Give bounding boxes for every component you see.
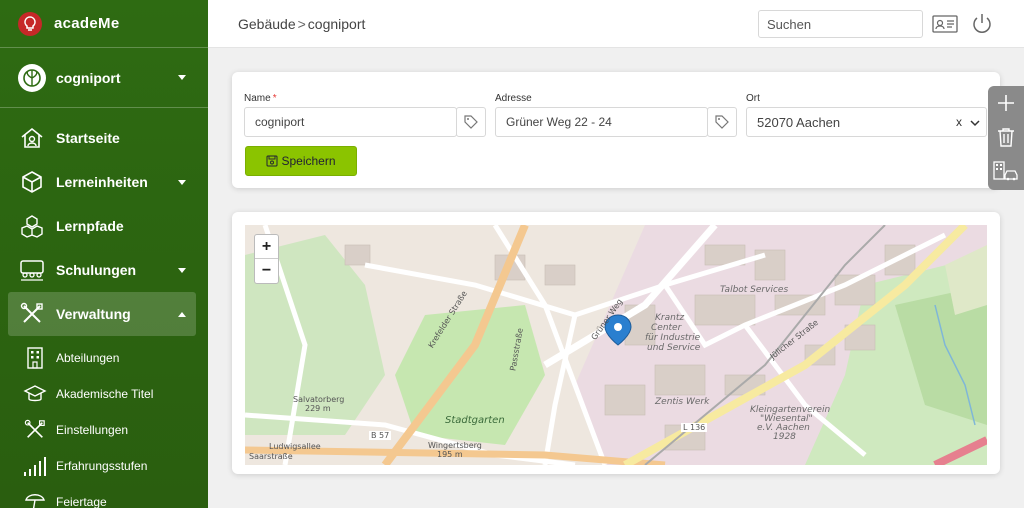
save-icon: [266, 155, 278, 167]
map-label: für Industrie: [645, 333, 701, 343]
tag-icon[interactable]: [456, 107, 486, 137]
nav-label: Lerneinheiten: [56, 174, 148, 190]
breadcrumb-separator: >: [297, 16, 306, 32]
sub-item-akademische-titel[interactable]: Akademische Titel: [0, 376, 208, 412]
bars-icon: [22, 453, 48, 479]
map-label: Krantz: [655, 313, 685, 323]
sub-item-feiertage[interactable]: Feiertage: [0, 484, 208, 508]
breadcrumb-item[interactable]: Gebäude: [238, 16, 296, 32]
map[interactable]: Talbot Services Krantz Center für Indust…: [245, 225, 987, 465]
home-icon: [18, 124, 46, 152]
search-input[interactable]: [758, 10, 923, 38]
tenant-avatar: [18, 63, 46, 92]
save-button[interactable]: Speichern: [245, 146, 357, 176]
address-label: Adresse: [495, 93, 532, 104]
clear-selection-button[interactable]: x: [956, 115, 962, 129]
nav-label: Schulungen: [56, 262, 137, 278]
chevron-down-icon: [178, 75, 186, 80]
map-label: 1928: [773, 432, 796, 442]
name-label: Name *: [244, 93, 277, 104]
beach-icon: [22, 489, 48, 508]
cube-icon: [18, 168, 46, 196]
sub-item-label: Abteilungen: [56, 351, 120, 365]
map-label: Talbot Services: [720, 285, 789, 295]
map-label: Saarstraße: [249, 452, 293, 461]
brand[interactable]: acadeMe: [0, 0, 208, 48]
chevron-down-icon[interactable]: [970, 116, 980, 131]
tools-icon: [18, 300, 46, 328]
zoom-out-button[interactable]: −: [255, 259, 278, 283]
tools-icon: [22, 417, 48, 443]
save-label: Speichern: [281, 154, 336, 168]
map-label: B 57: [369, 431, 392, 440]
city-label: Ort: [746, 93, 760, 104]
map-label: Zentis Werk: [655, 397, 710, 407]
address-field[interactable]: Grüner Weg 22 - 24: [495, 107, 708, 137]
map-label: Salvatorberg: [293, 395, 345, 404]
building-form-card: Name * cogniport Adresse Grüner Weg 22 - …: [232, 72, 1000, 188]
nav-item-lerneinheiten[interactable]: Lerneinheiten: [0, 160, 208, 204]
id-card-icon[interactable]: [932, 11, 958, 37]
top-header: Gebäude > cogniport: [208, 0, 1024, 48]
tag-icon[interactable]: [707, 107, 737, 137]
sub-nav: Abteilungen Akademische Titel Einstellun…: [0, 336, 208, 508]
lightbulb-logo-icon: [18, 11, 42, 36]
chevron-up-icon: [178, 311, 186, 317]
main-nav: Startseite Lerneinheiten Lernpfade Schul…: [0, 108, 208, 336]
zoom-control: + −: [254, 234, 279, 284]
nav-label: Startseite: [56, 130, 120, 146]
city-select[interactable]: 52070 Aachen x: [746, 107, 987, 137]
map-tiles: [245, 225, 987, 465]
sub-item-label: Feiertage: [56, 495, 107, 508]
nav-label: Verwaltung: [56, 306, 131, 322]
add-icon[interactable]: [988, 86, 1024, 120]
map-label: und Service: [647, 343, 701, 353]
map-label: 195 m: [437, 450, 463, 459]
nav-item-startseite[interactable]: Startseite: [0, 116, 208, 160]
map-label: Center: [651, 323, 682, 333]
map-label: L 136: [681, 423, 708, 432]
breadcrumb: Gebäude > cogniport: [238, 16, 365, 32]
trash-icon[interactable]: [988, 120, 1024, 154]
city-value: 52070 Aachen: [757, 114, 841, 130]
map-label: 229 m: [305, 404, 331, 413]
map-label: Wingertsberg: [428, 441, 482, 450]
sub-item-einstellungen[interactable]: Einstellungen: [0, 412, 208, 448]
sub-item-erfahrungsstufen[interactable]: Erfahrungsstufen: [0, 448, 208, 484]
sub-item-abteilungen[interactable]: Abteilungen: [0, 340, 208, 376]
name-field[interactable]: cogniport: [244, 107, 457, 137]
graduation-cap-icon: [22, 381, 48, 407]
power-icon[interactable]: [969, 11, 995, 37]
tenant-selector[interactable]: cogniport: [0, 48, 208, 108]
cubes-icon: [18, 212, 46, 240]
sub-item-label: Akademische Titel: [56, 387, 154, 401]
zoom-in-button[interactable]: +: [255, 235, 278, 259]
nav-label: Lernpfade: [56, 218, 124, 234]
building-icon: [22, 345, 48, 371]
map-label: Ludwigsallee: [269, 442, 321, 451]
sub-item-label: Erfahrungsstufen: [56, 459, 148, 473]
classroom-icon: [18, 256, 46, 284]
side-action-panel: [988, 86, 1024, 190]
chevron-down-icon: [178, 179, 186, 185]
sidebar: acadeMe cogniport Startseite Lerneinheit…: [0, 0, 208, 508]
tenant-name: cogniport: [56, 69, 121, 86]
nav-item-lernpfade[interactable]: Lernpfade: [0, 204, 208, 248]
building-car-icon[interactable]: [988, 154, 1024, 188]
chevron-down-icon: [178, 267, 186, 273]
sub-item-label: Einstellungen: [56, 423, 129, 437]
nav-item-schulungen[interactable]: Schulungen: [0, 248, 208, 292]
map-label: Stadtgarten: [445, 415, 505, 426]
nav-item-verwaltung[interactable]: Verwaltung: [8, 292, 196, 336]
breadcrumb-item: cogniport: [307, 16, 366, 32]
map-card: Talbot Services Krantz Center für Indust…: [232, 212, 1000, 474]
app-name: acadeMe: [54, 15, 120, 32]
